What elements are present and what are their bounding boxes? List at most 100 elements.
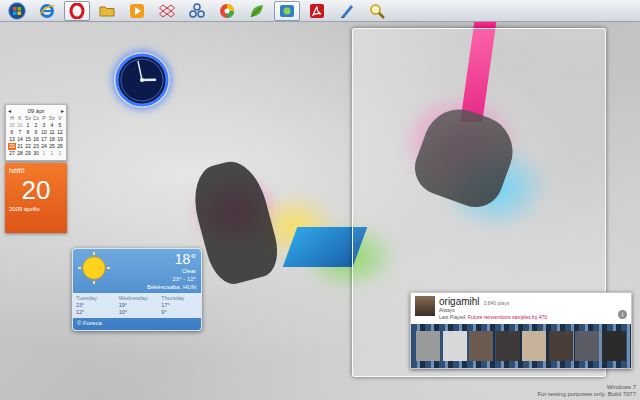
artist-thumbnail[interactable] [469, 331, 493, 361]
taskbar-button[interactable] [304, 1, 330, 21]
acrobat-icon [309, 3, 325, 19]
calendar-day[interactable]: 26 [56, 143, 64, 150]
calendar-day[interactable]: 17 [40, 136, 48, 143]
media-player-icon [129, 3, 145, 19]
calendar-day[interactable]: 1 [40, 150, 48, 157]
artist-thumbnail[interactable] [443, 331, 467, 361]
folder-icon [99, 3, 115, 19]
artist-thumbnail[interactable] [575, 331, 599, 361]
wallpaper: ◂ 09 ápr ▸ HKSzCsPSzV 303112345678910111… [0, 22, 640, 400]
weekday-label: Cs [32, 115, 40, 122]
build-watermark: Windows 7 For testing purposes only. Bui… [537, 384, 636, 398]
weather-location: Békéscsaba, HUN [147, 283, 196, 291]
calendar-day[interactable]: 19 [56, 136, 64, 143]
taskbar-button[interactable] [34, 1, 60, 21]
info-button[interactable]: i [618, 310, 627, 319]
calendar-day[interactable]: 30 [32, 150, 40, 157]
date-tile: hétfő 20 2009 április [5, 163, 67, 233]
taskbar-button[interactable] [214, 1, 240, 21]
desktop-screen: ◂ 09 ápr ▸ HKSzCsPSzV 303112345678910111… [0, 0, 640, 400]
weekday-label: K [16, 115, 24, 122]
calendar-day[interactable]: 30 [8, 122, 16, 129]
calendar-day[interactable]: 8 [24, 129, 32, 136]
weekday-label: H [8, 115, 16, 122]
taskbar-button[interactable] [94, 1, 120, 21]
taskbar-button[interactable] [244, 1, 270, 21]
calendar-day[interactable]: 12 [56, 129, 64, 136]
artist-strip [411, 324, 631, 368]
calendar-day[interactable]: 18 [48, 136, 56, 143]
calendar-day[interactable]: 6 [8, 129, 16, 136]
calendar-grid: HKSzCsPSzV 30311234567891011121314151617… [8, 115, 64, 157]
calendar-day[interactable]: 5 [56, 122, 64, 129]
forecast-row: Tuesday 23° 12°Wednesday 19° 10°Thursday… [73, 293, 201, 318]
mini-calendar: ◂ 09 ápr ▸ HKSzCsPSzV 303112345678910111… [5, 104, 67, 161]
calendar-day[interactable]: 22 [24, 143, 32, 150]
calendar-day[interactable]: 3 [56, 150, 64, 157]
calendar-day[interactable]: 23 [32, 143, 40, 150]
calendar-day[interactable]: 7 [16, 129, 24, 136]
search-icon [369, 3, 385, 19]
lastfm-gadget[interactable]: origamihl 3,840 plays Always Last Played… [410, 292, 632, 369]
calendar-day[interactable]: 31 [16, 122, 24, 129]
calendar-day[interactable]: 24 [40, 143, 48, 150]
calendar-day[interactable]: 20 [8, 143, 16, 150]
picasa-icon [219, 3, 235, 19]
calendar-day[interactable]: 2 [48, 150, 56, 157]
windows-orb-icon [8, 2, 26, 20]
next-month-button[interactable]: ▸ [61, 107, 64, 115]
calendar-day[interactable]: 10 [40, 129, 48, 136]
leaf-icon [249, 3, 265, 19]
artist-thumbnail[interactable] [602, 331, 626, 361]
weekday-label: Sz [24, 115, 32, 122]
calendar-day[interactable]: 21 [16, 143, 24, 150]
boxes-icon [159, 3, 175, 19]
taskbar-button[interactable] [124, 1, 150, 21]
forecast-day: Tuesday 23° 12° [73, 293, 116, 318]
temperature-range: 23° - 12° [147, 275, 196, 283]
calendar-day[interactable]: 29 [24, 150, 32, 157]
calendar-day[interactable]: 25 [48, 143, 56, 150]
taskbar-button[interactable] [64, 1, 90, 21]
calendar-day[interactable]: 13 [8, 136, 16, 143]
username[interactable]: origamihl [439, 296, 480, 307]
calendar-day[interactable]: 15 [24, 136, 32, 143]
artist-thumbnail[interactable] [522, 331, 546, 361]
calendar-gadget[interactable]: ◂ 09 ápr ▸ HKSzCsPSzV 303112345678910111… [5, 104, 67, 233]
calendar-day[interactable]: 14 [16, 136, 24, 143]
pen-icon [339, 3, 355, 19]
artist-thumbnail[interactable] [416, 331, 440, 361]
taskbar-button[interactable] [334, 1, 360, 21]
month-year: 2009 április [9, 205, 63, 214]
current-temperature: 18° [147, 252, 196, 267]
calendar-month: 09 ápr [27, 107, 44, 115]
weekday-label: V [56, 115, 64, 122]
clock-gadget[interactable] [114, 52, 170, 108]
internet-explorer-icon [39, 3, 55, 19]
forecast-day: Thursday 17° 9° [158, 293, 201, 318]
calendar-day[interactable]: 28 [16, 150, 24, 157]
network-icon [189, 3, 205, 19]
taskbar-button[interactable] [184, 1, 210, 21]
calendar-day[interactable]: 4 [48, 122, 56, 129]
taskbar-button[interactable] [274, 1, 300, 21]
play-count: 3,840 plays [484, 300, 510, 306]
sun-icon [76, 252, 116, 288]
artist-thumbnail[interactable] [549, 331, 573, 361]
calendar-day[interactable]: 2 [32, 122, 40, 129]
taskbar-button[interactable] [4, 1, 30, 21]
calendar-day[interactable]: 1 [24, 122, 32, 129]
artist-thumbnail[interactable] [496, 331, 520, 361]
taskbar-button[interactable] [154, 1, 180, 21]
calendar-day[interactable]: 9 [32, 129, 40, 136]
calendar-day[interactable]: 3 [40, 122, 48, 129]
calendar-day[interactable]: 27 [8, 150, 16, 157]
taskbar-button[interactable] [364, 1, 390, 21]
calendar-day[interactable]: 16 [32, 136, 40, 143]
last-played-track[interactable]: Future reinventions samples by 470 [468, 314, 547, 320]
calendar-day[interactable]: 11 [48, 129, 56, 136]
weather-credit[interactable]: © Foreca [73, 318, 201, 330]
previous-month-button[interactable]: ◂ [8, 107, 11, 115]
weather-gadget[interactable]: 18° Clear 23° - 12° Békéscsaba, HUN Tues… [72, 248, 202, 331]
weekday-label: P [40, 115, 48, 122]
